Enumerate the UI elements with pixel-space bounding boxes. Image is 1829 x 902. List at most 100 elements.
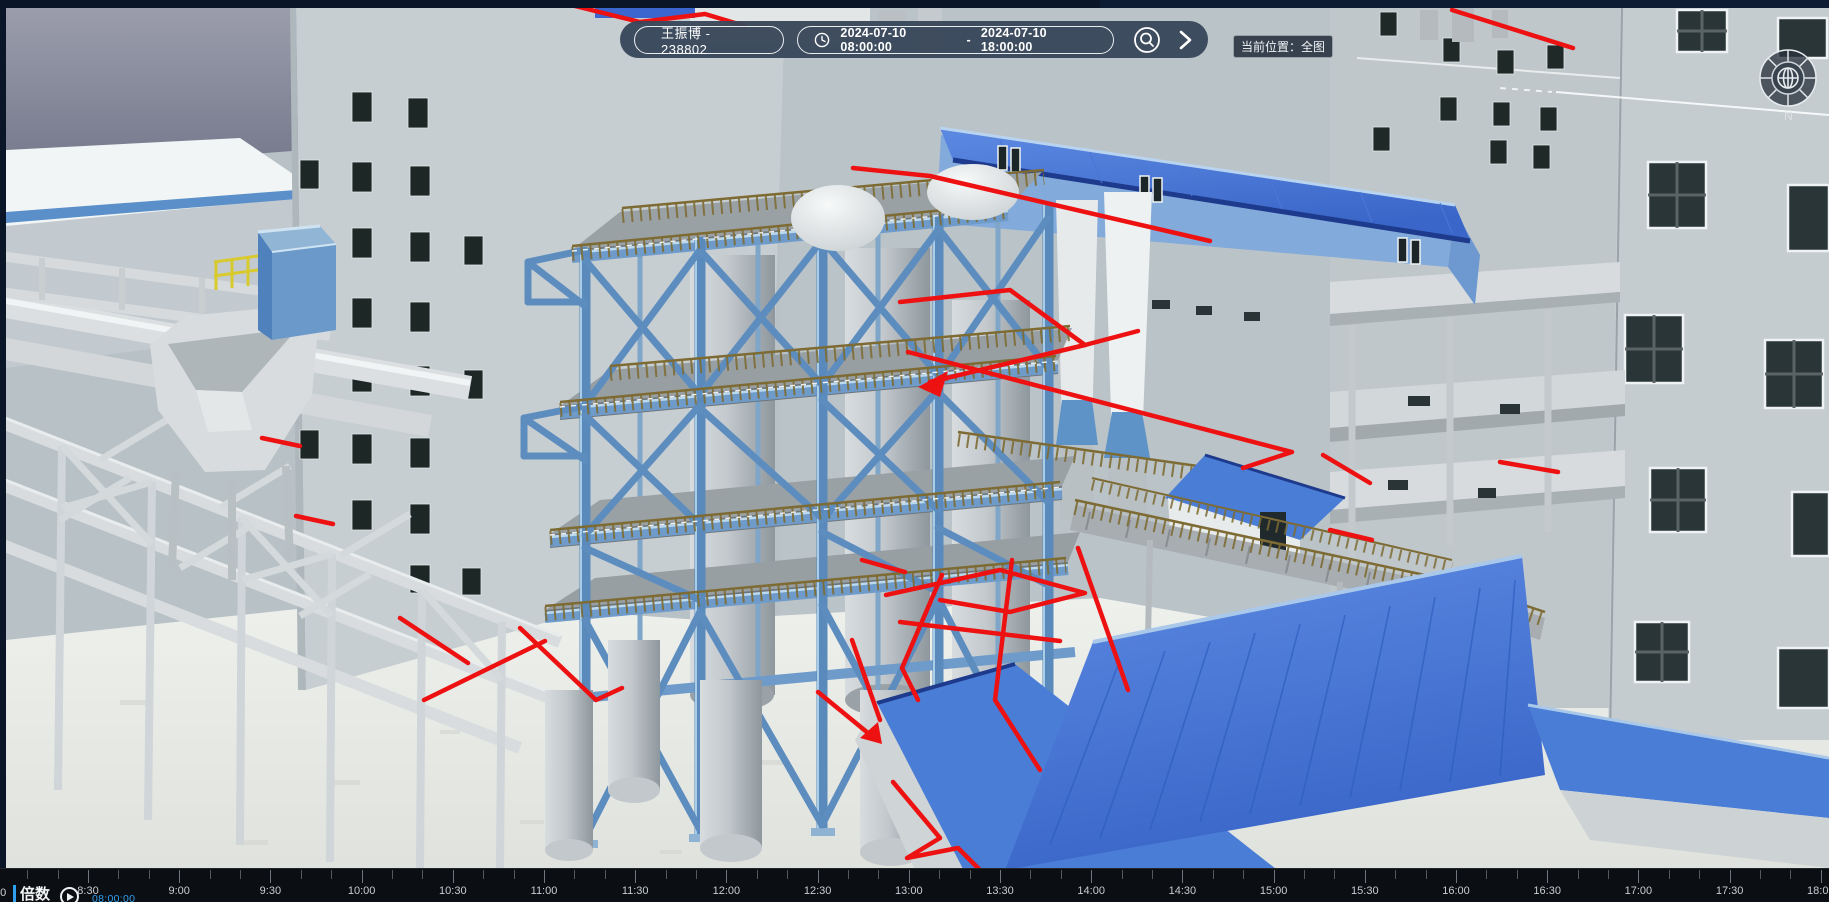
timeline-tick-label: 9:30 [260, 885, 281, 897]
next-step-button[interactable] [1176, 29, 1194, 51]
timeline-tick [1517, 870, 1518, 879]
timeline-tick [453, 870, 454, 883]
timeline-tick [1578, 870, 1579, 879]
timeline-tick [1182, 870, 1183, 883]
timeline-tick-label: 12:00 [713, 885, 741, 897]
dome-tank [791, 185, 885, 251]
viewport-3d[interactable]: N [0, 0, 1829, 902]
timeline-scrubber[interactable]: 8:309:009:3010:0010:3011:0011:3012:0012:… [0, 868, 1829, 902]
timeline-tick-label: 15:00 [1260, 885, 1288, 897]
person-pill[interactable]: 王振博 - 238802 [634, 26, 784, 54]
speed-label[interactable]: 倍数 [20, 883, 50, 902]
timeline-tick [1365, 870, 1366, 883]
timeline-tick [939, 870, 940, 879]
play-icon [67, 893, 74, 901]
current-location-badge: 当前位置：全图 [1233, 35, 1333, 58]
timeline-tick [1274, 870, 1275, 883]
timeline-tick-label: 18:00 [1807, 885, 1829, 897]
playback-time: 08:00:00 [92, 893, 135, 902]
timeline-tick [483, 870, 484, 879]
timeline-tick [544, 870, 545, 883]
timeline-tick-label: 17:30 [1716, 885, 1744, 897]
timeline-tick [970, 870, 971, 879]
app-window: N 王振博 - 238802 2024-07-10 08:00:00 - 202… [0, 0, 1829, 902]
timeline-tick [878, 870, 879, 879]
timeline-tick [88, 870, 89, 883]
timeline-tick [331, 870, 332, 879]
timeline-tick-label: 13:00 [895, 885, 923, 897]
timeline-tick [574, 870, 575, 879]
timeline-tick [848, 870, 849, 879]
timeline-tick [392, 870, 393, 879]
speed-value[interactable]: 20 [0, 887, 6, 899]
time-end[interactable]: 2024-07-10 18:00:00 [981, 26, 1097, 54]
timeline-tick [1456, 870, 1457, 883]
timeline-tick [1426, 870, 1427, 879]
timeline-tick-label: 11:00 [531, 885, 558, 897]
timeline-tick-label: 12:30 [804, 885, 832, 897]
timeline-tick [58, 870, 59, 879]
timeline-tick [1030, 870, 1031, 879]
timeline-tick [514, 870, 515, 879]
timeline-tick [1547, 870, 1548, 883]
person-label: 王振博 - 238802 [661, 23, 757, 57]
clock-icon [814, 32, 830, 48]
timeline-tick [1334, 870, 1335, 879]
timeline-tick [1608, 870, 1609, 879]
globe-icon [1778, 68, 1798, 88]
timeline-tick [1790, 870, 1791, 879]
timeline-tick [240, 870, 241, 879]
timeline-tick [666, 870, 667, 879]
timeline-tick [757, 870, 758, 879]
playback-toolbar: 王振博 - 238802 2024-07-10 08:00:00 - 2024-… [620, 21, 1208, 58]
time-start[interactable]: 2024-07-10 08:00:00 [840, 26, 956, 54]
play-button[interactable] [60, 887, 79, 902]
timeline-tick [818, 870, 819, 883]
timeline-tick-label: 11:30 [622, 885, 649, 897]
timeline-accent-bar [13, 885, 16, 902]
timeline-tick [149, 870, 150, 879]
timeline-tick [422, 870, 423, 879]
timeline-tick-label: 14:30 [1169, 885, 1197, 897]
timeline-tick [726, 870, 727, 883]
timeline-tick-label: 10:30 [439, 885, 467, 897]
timeline-tick [270, 870, 271, 883]
timeline-tick [605, 870, 606, 879]
timeline-tick [210, 870, 211, 879]
timeline-tick-label: 13:30 [986, 885, 1014, 897]
timeline-tick-label: 10:00 [348, 885, 376, 897]
blue-enclosure [258, 226, 336, 340]
timeline-tick [1486, 870, 1487, 879]
timeline-tick-label: 16:00 [1442, 885, 1470, 897]
timeline-tick [635, 870, 636, 883]
current-location-label: 当前位置：全图 [1241, 40, 1325, 54]
timeline-tick [118, 870, 119, 879]
timeline-tick [179, 870, 180, 883]
search-button[interactable] [1133, 26, 1161, 54]
timeline-tick-label: 14:00 [1077, 885, 1105, 897]
timeline-tick [909, 870, 910, 883]
timeline-tick [301, 870, 302, 879]
timeline-tick-label: 16:30 [1533, 885, 1561, 897]
timeline-tick-label: 17:00 [1625, 885, 1653, 897]
timeline-tick [362, 870, 363, 883]
compass-north-label: N [1784, 109, 1793, 123]
time-range-pill[interactable]: 2024-07-10 08:00:00 - 2024-07-10 18:00:0… [797, 26, 1114, 54]
timeline-tick [1638, 870, 1639, 883]
timeline-tick [1091, 870, 1092, 883]
time-separator: - [967, 33, 971, 47]
timeline-tick [1152, 870, 1153, 879]
timeline-tick [1760, 870, 1761, 879]
timeline-tick [1730, 870, 1731, 883]
timeline-tick [1122, 870, 1123, 879]
timeline-tick [1061, 870, 1062, 879]
timeline-tick [1000, 870, 1001, 883]
timeline-tick [696, 870, 697, 879]
timeline-tick [1213, 870, 1214, 879]
timeline-tick [27, 870, 28, 879]
timeline-tick [1699, 870, 1700, 879]
timeline-tick [787, 870, 788, 879]
timeline-tick [1304, 870, 1305, 879]
timeline-tick [1243, 870, 1244, 879]
timeline-tick [1821, 870, 1822, 883]
